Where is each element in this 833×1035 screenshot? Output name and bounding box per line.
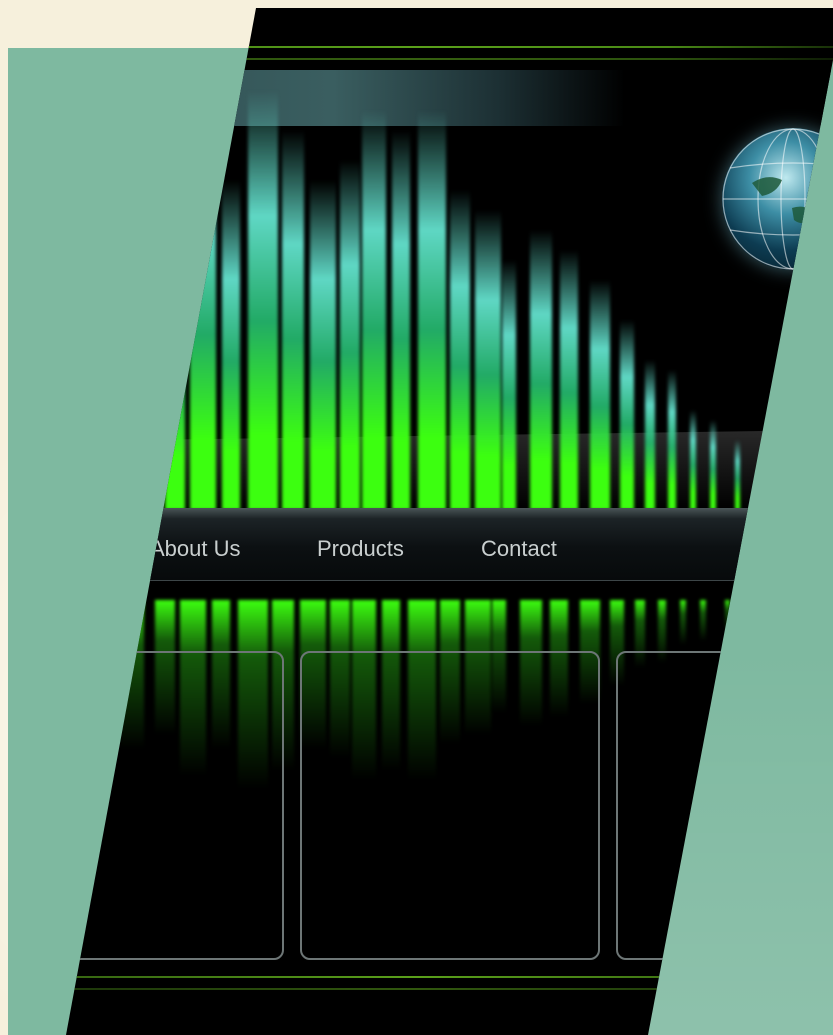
equalizer-bar	[475, 210, 501, 510]
content-card	[300, 651, 600, 960]
equalizer-bar	[668, 370, 676, 510]
equalizer-bar	[362, 110, 386, 510]
equalizer-bar	[560, 250, 578, 510]
equalizer-bar	[502, 260, 516, 510]
equalizer-bar	[340, 160, 360, 510]
equalizer-bar	[222, 180, 240, 510]
equalizer-bar	[645, 360, 655, 510]
equalizer-bar	[530, 230, 552, 510]
equalizer-bar	[735, 440, 740, 510]
equalizer-bar	[310, 180, 336, 510]
equalizer-bar	[248, 90, 278, 510]
equalizer-bar	[710, 420, 716, 510]
equalizer-bar	[620, 320, 634, 510]
nav-link-about-us[interactable]: About Us	[150, 536, 241, 562]
nav-link-contact[interactable]: Contact	[481, 536, 557, 562]
equalizer-bar	[418, 110, 446, 510]
equalizer-bar	[450, 190, 470, 510]
equalizer-reflection-bar	[700, 600, 706, 641]
equalizer-bar	[282, 130, 304, 510]
equalizer-bar	[590, 280, 610, 510]
equalizer-bar	[392, 130, 410, 510]
equalizer-reflection-bar	[680, 600, 686, 645]
equalizer-bar	[690, 410, 696, 510]
nav-link-products[interactable]: Products	[317, 536, 404, 562]
